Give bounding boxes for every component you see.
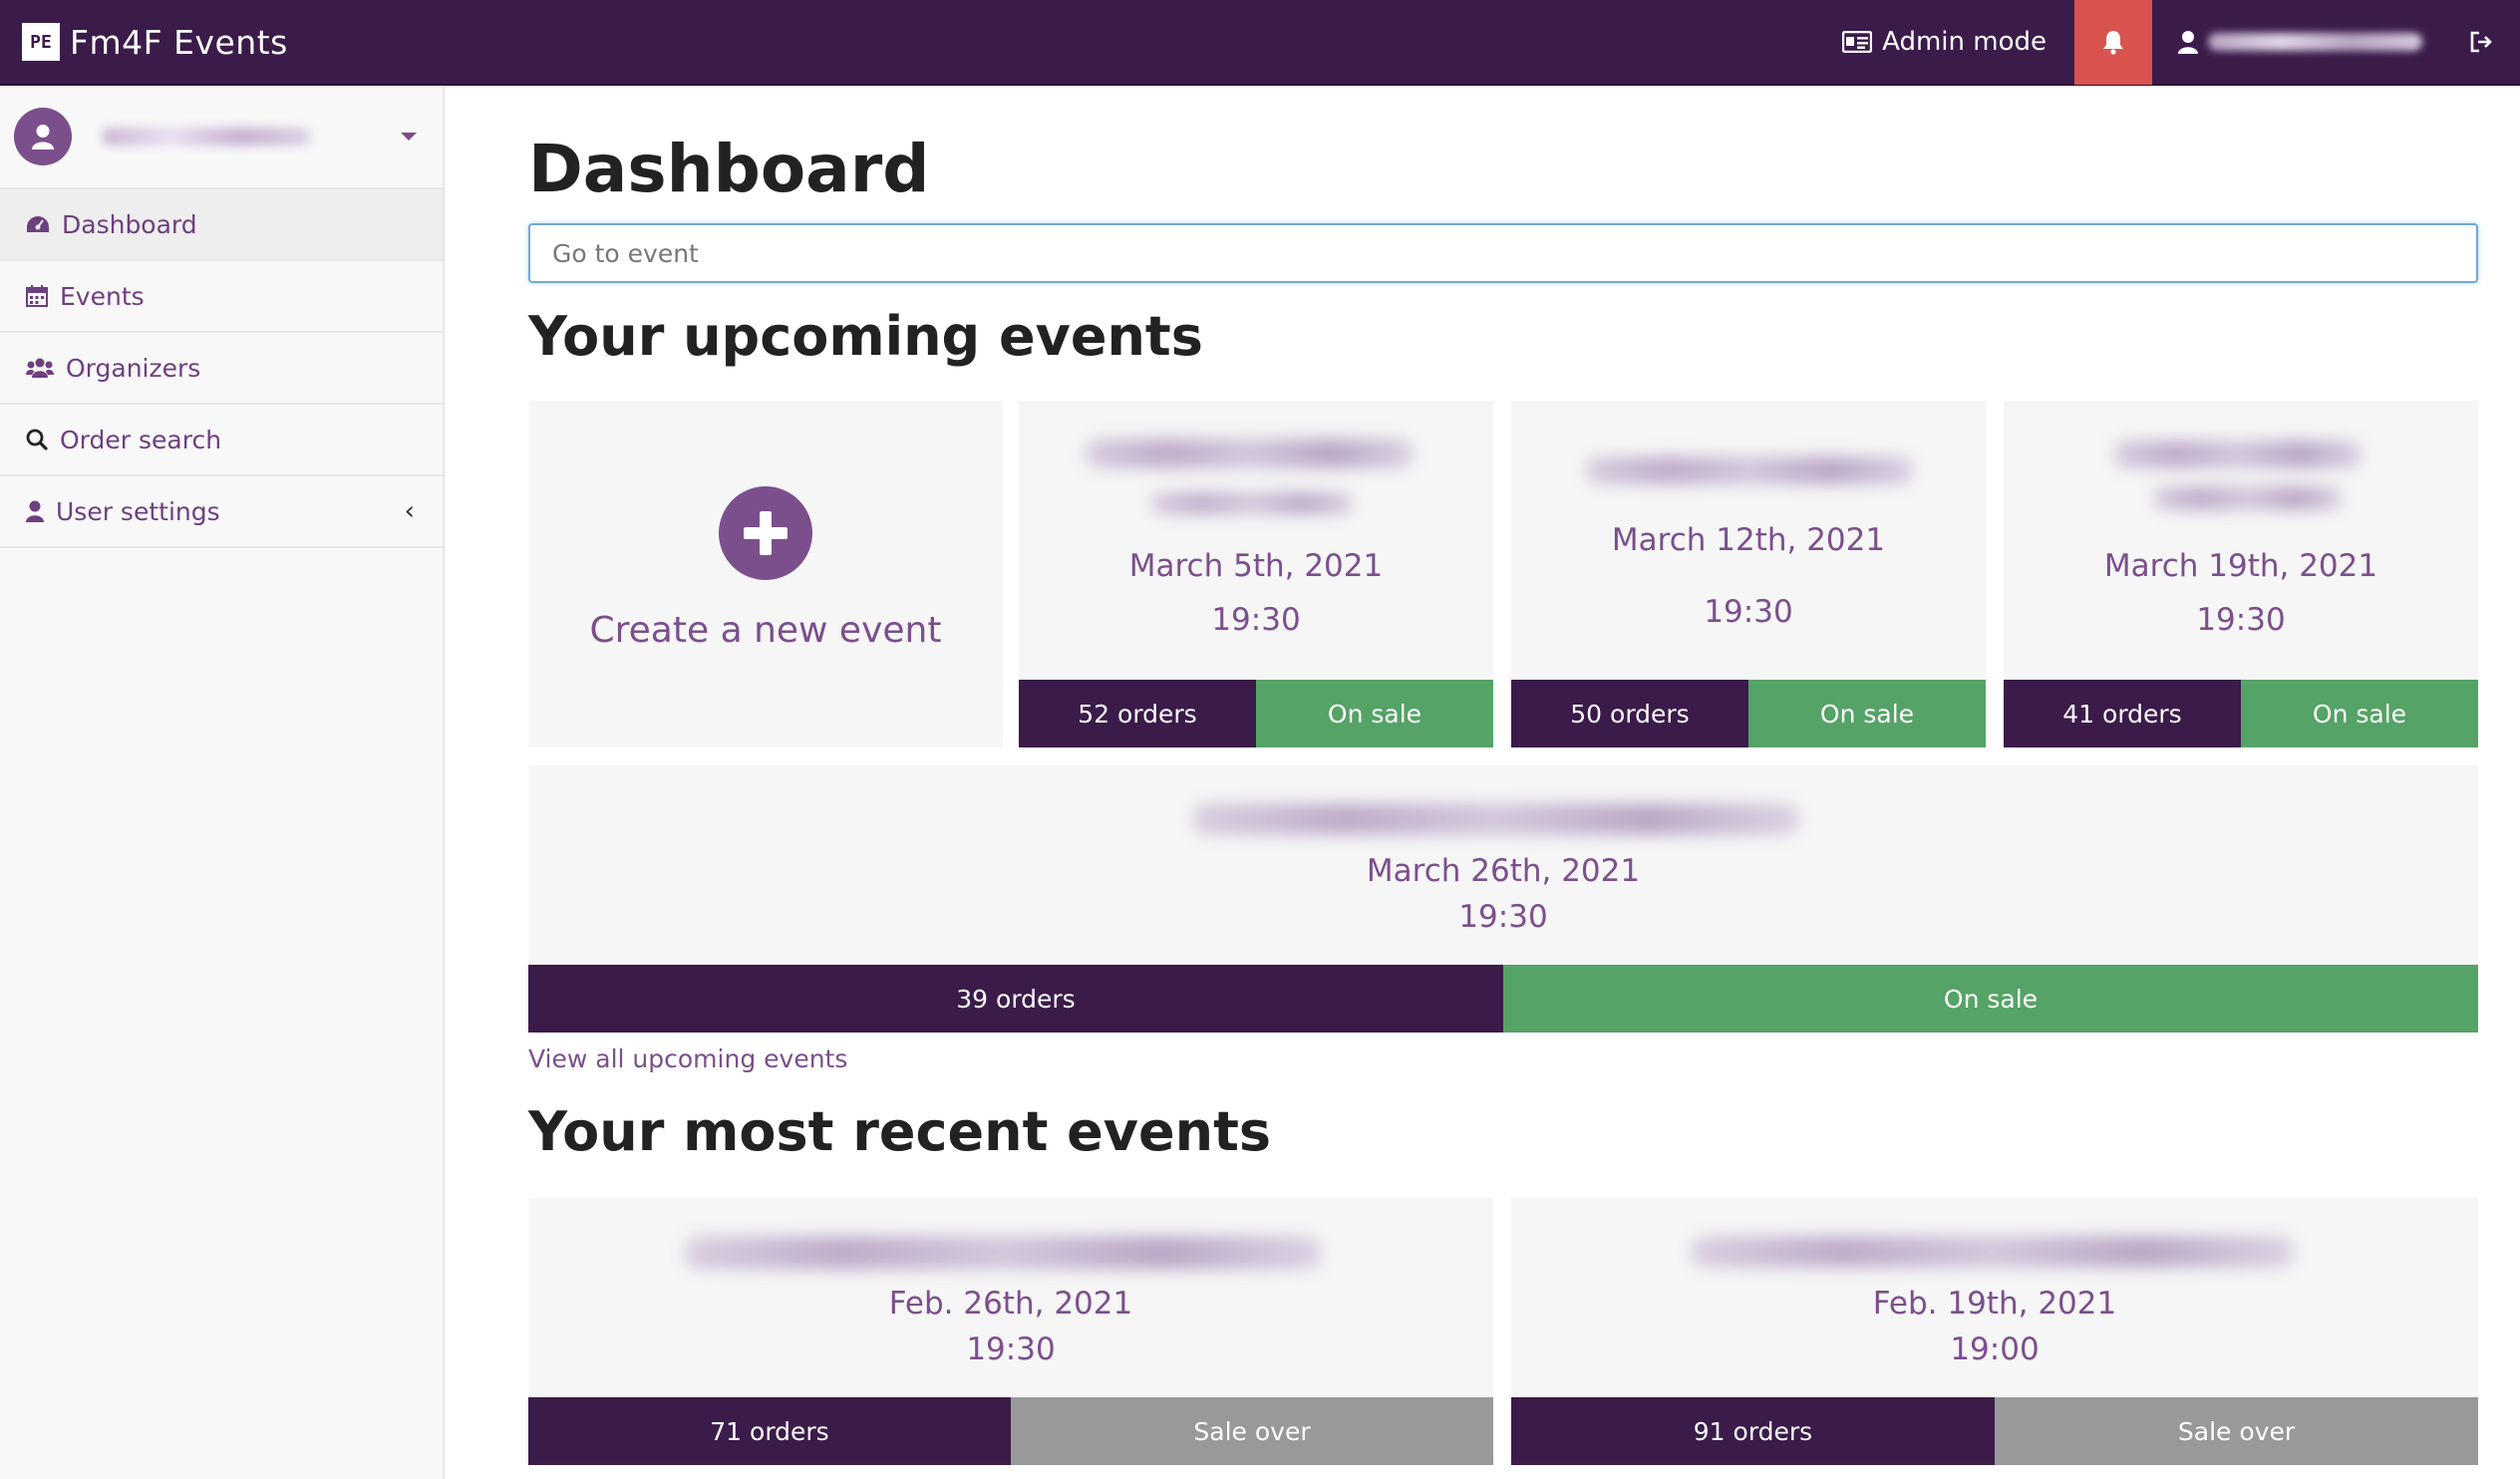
event-card[interactable]: March 19th, 2021 19:30 41 orders On sale	[2004, 401, 2478, 747]
recent-events-heading: Your most recent events	[528, 1100, 1272, 1163]
calendar-icon	[26, 285, 48, 307]
user-menu[interactable]	[2152, 0, 2462, 85]
event-status-bar: 91 orders Sale over	[1511, 1397, 2478, 1465]
event-time: 19:00	[1950, 1331, 2040, 1367]
event-card[interactable]: March 5th, 2021 19:30 52 orders On sale	[1019, 401, 1493, 747]
event-status-bar: 41 orders On sale	[2004, 680, 2478, 747]
event-title-redacted	[2113, 441, 2362, 468]
event-title-redacted	[1585, 456, 1914, 484]
sign-out-icon	[2470, 31, 2492, 53]
event-time: 19:30	[966, 1331, 1056, 1367]
sidebar-item-organizers[interactable]: Organizers	[0, 333, 443, 405]
plus-icon	[744, 511, 788, 555]
event-date: March 12th, 2021	[1611, 522, 1886, 558]
sidebar-item-dashboard[interactable]: Dashboard	[0, 189, 443, 261]
user-icon	[32, 125, 54, 149]
sidebar-item-label: Organizers	[66, 353, 201, 383]
orders-count[interactable]: 52 orders	[1019, 680, 1256, 747]
main-content: Dashboard Your upcoming events Create a …	[528, 86, 2478, 1465]
page-title: Dashboard	[528, 131, 930, 207]
avatar	[14, 108, 72, 165]
sidebar-item-events[interactable]: Events	[0, 261, 443, 333]
event-card[interactable]: March 26th, 2021 19:30 39 orders On sale	[528, 765, 2478, 1033]
logout-button[interactable]	[2462, 0, 2502, 85]
event-time: 19:30	[1211, 602, 1301, 638]
status-badge: On sale	[1256, 680, 1493, 747]
brand[interactable]: PE Fm4F Events	[22, 23, 288, 62]
sidebar: Dashboard Events Organizers Order search…	[0, 86, 445, 1479]
orders-count[interactable]: 71 orders	[528, 1397, 1011, 1465]
user-icon	[2178, 31, 2198, 54]
event-card[interactable]: Feb. 26th, 2021 19:30 71 orders Sale ove…	[528, 1198, 1493, 1465]
caret-down-icon[interactable]	[401, 133, 417, 141]
event-status-bar: 50 orders On sale	[1511, 680, 1986, 747]
event-card[interactable]: March 12th, 2021 19:30 50 orders On sale	[1511, 401, 1986, 747]
event-time: 19:30	[2196, 602, 2286, 638]
sidebar-item-order-search[interactable]: Order search	[0, 405, 443, 476]
event-date: March 5th, 2021	[1128, 548, 1384, 584]
search-icon	[26, 429, 48, 450]
go-to-event-input[interactable]	[528, 223, 2478, 283]
admin-mode-button[interactable]: Admin mode	[1814, 0, 2074, 85]
create-event-label: Create a new event	[589, 610, 942, 651]
chevron-left-icon[interactable]: ‹	[405, 496, 415, 526]
event-title-redacted	[2153, 486, 2343, 510]
event-title-redacted	[1085, 439, 1414, 468]
event-status-bar: 71 orders Sale over	[528, 1397, 1493, 1465]
event-title-redacted	[684, 1236, 1322, 1270]
event-title-redacted	[1192, 803, 1800, 835]
view-all-upcoming-link[interactable]: View all upcoming events	[528, 1044, 847, 1073]
event-date: Feb. 19th, 2021	[1872, 1286, 2117, 1322]
plus-circle-icon	[719, 486, 812, 580]
status-badge: Sale over	[1011, 1397, 1493, 1465]
sidebar-item-label: Events	[60, 281, 145, 311]
orders-count[interactable]: 41 orders	[2004, 680, 2241, 747]
event-status-bar: 39 orders On sale	[528, 965, 2478, 1033]
admin-mode-label: Admin mode	[1882, 27, 2047, 57]
users-icon	[26, 358, 54, 378]
sidebar-item-label: Order search	[60, 425, 222, 454]
sidebar-item-label: User settings	[56, 496, 220, 526]
event-title-redacted	[1150, 492, 1354, 514]
brand-logo: PE	[22, 23, 60, 61]
bell-icon	[2103, 31, 2123, 55]
status-badge: Sale over	[1995, 1397, 2478, 1465]
sidebar-username-redacted	[102, 128, 311, 146]
brand-title: Fm4F Events	[70, 22, 288, 62]
orders-count[interactable]: 50 orders	[1511, 680, 1748, 747]
sidebar-user[interactable]	[0, 86, 443, 189]
status-badge: On sale	[1503, 965, 2478, 1033]
top-navbar: PE Fm4F Events Admin mode	[0, 0, 2520, 86]
sidebar-item-label: Dashboard	[62, 209, 197, 239]
event-time: 19:30	[1458, 899, 1548, 935]
sidebar-item-user-settings[interactable]: User settings ‹	[0, 476, 443, 548]
user-icon	[26, 500, 44, 522]
notifications-button[interactable]	[2074, 0, 2152, 85]
event-date: March 19th, 2021	[2103, 548, 2378, 584]
id-card-icon	[1842, 31, 1873, 53]
event-card[interactable]: Feb. 19th, 2021 19:00 91 orders Sale ove…	[1511, 1198, 2478, 1465]
event-time: 19:30	[1704, 594, 1793, 630]
event-title-redacted	[1691, 1236, 2295, 1268]
event-date: March 26th, 2021	[1366, 853, 1641, 889]
orders-count[interactable]: 91 orders	[1511, 1397, 1995, 1465]
upcoming-events-heading: Your upcoming events	[528, 305, 1203, 368]
event-date: Feb. 26th, 2021	[888, 1286, 1133, 1322]
create-event-card[interactable]: Create a new event	[528, 401, 1003, 747]
orders-count[interactable]: 39 orders	[528, 965, 1503, 1033]
event-status-bar: 52 orders On sale	[1019, 680, 1493, 747]
username-redacted	[2208, 33, 2422, 51]
status-badge: On sale	[1748, 680, 1986, 747]
dashboard-icon	[27, 216, 49, 232]
status-badge: On sale	[2241, 680, 2478, 747]
